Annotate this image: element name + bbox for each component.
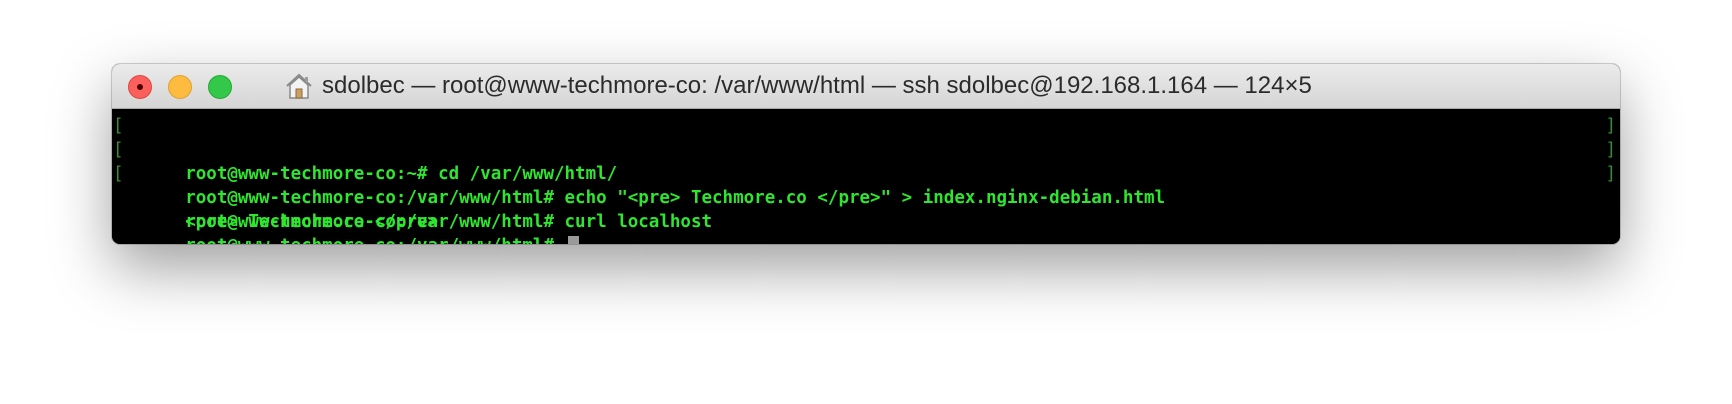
terminal-content[interactable]: [ root@www-techmore-co:~# cd /var/www/ht… [112, 109, 1620, 244]
terminal-prompt-line[interactable]: root@www-techmore-co:/var/www/html# [112, 210, 1620, 244]
title-bar[interactable]: sdolbec — root@www-techmore-co: /var/www… [112, 64, 1620, 109]
mark-bracket-left: [ [113, 164, 124, 184]
terminal-line: [ root@www-techmore-co:/var/www/html# ec… [112, 138, 1620, 208]
terminal-window: sdolbec — root@www-techmore-co: /var/www… [112, 64, 1620, 244]
window-title: sdolbec — root@www-techmore-co: /var/www… [322, 72, 1312, 99]
zoom-button[interactable] [208, 75, 232, 99]
minimize-button[interactable] [168, 75, 192, 99]
home-icon [286, 73, 312, 99]
mark-bracket-right: ] [1605, 140, 1616, 160]
window-title-area: sdolbec — root@www-techmore-co: /var/www… [284, 64, 1600, 108]
mark-bracket-right: ] [1605, 116, 1616, 136]
mark-bracket-right: ] [1605, 164, 1616, 184]
text-cursor [567, 235, 579, 244]
close-dot-icon [137, 84, 143, 90]
prompt-text: root@www-techmore-co:/var/www/html# [185, 236, 564, 244]
terminal-line: [ root@www-techmore-co:~# cd /var/www/ht… [112, 114, 1620, 184]
mark-bracket-left: [ [113, 116, 124, 136]
terminal-line: [ root@www-techmore-co:/var/www/html# cu… [112, 162, 1620, 232]
close-button[interactable] [128, 75, 152, 99]
terminal-line: <pre> Techmore.co </pre> [112, 186, 1620, 232]
mark-bracket-left: [ [113, 140, 124, 160]
